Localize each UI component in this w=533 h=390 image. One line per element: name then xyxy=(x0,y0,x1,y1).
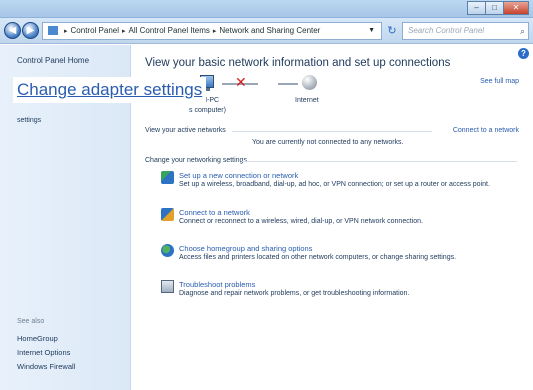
task-title[interactable]: Set up a new connection or network xyxy=(179,171,298,180)
section-divider xyxy=(232,131,432,132)
title-bar: – □ ✕ xyxy=(0,0,533,18)
refresh-icon[interactable]: ↻ xyxy=(384,22,400,40)
breadcrumb-separator-icon[interactable]: ▸ xyxy=(122,28,126,35)
address-bar[interactable]: ▸ Control Panel ▸ All Control Panel Items ▸ N… xyxy=(42,22,382,40)
windows-firewall-link[interactable]: Windows Firewall xyxy=(17,362,75,371)
see-also-heading: See also xyxy=(17,318,45,325)
task-description: Set up a wireless, broadband, dial-up, a… xyxy=(179,181,490,188)
minimize-button[interactable]: – xyxy=(467,1,485,15)
breadcrumb-separator-icon[interactable]: ▸ xyxy=(213,28,217,35)
section-divider xyxy=(242,161,517,162)
advanced-sharing-settings-link[interactable]: settings xyxy=(17,117,41,124)
homegroup-icon xyxy=(161,244,174,257)
internet-options-link[interactable]: Internet Options xyxy=(17,348,70,357)
task-description: Connect or reconnect to a wireless, wire… xyxy=(179,218,423,225)
search-input[interactable]: Search Control Panel ⌕ xyxy=(402,22,529,40)
homegroup-link[interactable]: HomeGroup xyxy=(17,334,58,343)
computer-sub-label: s computer) xyxy=(189,107,226,114)
back-button[interactable]: ◀ xyxy=(4,22,21,39)
no-network-status: You are currently not connected to any n… xyxy=(252,139,404,146)
task-title[interactable]: Choose homegroup and sharing options xyxy=(179,244,312,253)
search-icon[interactable]: ⌕ xyxy=(520,23,525,39)
breadcrumb-network-center[interactable]: Network and Sharing Center xyxy=(219,26,320,35)
task-title[interactable]: Connect to a network xyxy=(179,208,250,217)
control-panel-icon xyxy=(48,26,58,36)
task-description: Access files and printers located on oth… xyxy=(179,254,457,261)
connect-to-network-link[interactable]: Connect to a network xyxy=(453,127,519,134)
search-placeholder: Search Control Panel xyxy=(408,26,485,35)
active-networks-label: View your active networks xyxy=(145,127,226,134)
troubleshoot-icon xyxy=(161,280,174,293)
connection-line xyxy=(278,83,298,85)
internet-label: Internet xyxy=(295,97,319,104)
breadcrumb-separator-icon[interactable]: ▸ xyxy=(64,28,68,35)
internet-globe-icon xyxy=(302,75,317,90)
breadcrumb-all-items[interactable]: All Control Panel Items xyxy=(129,26,210,35)
address-dropdown-icon[interactable]: ▼ xyxy=(368,23,375,39)
close-button[interactable]: ✕ xyxy=(503,1,529,15)
task-title[interactable]: Troubleshoot problems xyxy=(179,280,255,289)
see-full-map-link[interactable]: See full map xyxy=(480,78,519,85)
change-settings-label: Change your networking settings xyxy=(145,157,247,164)
window-controls: – □ ✕ xyxy=(467,1,529,15)
maximize-button[interactable]: □ xyxy=(485,1,503,15)
connect-network-icon xyxy=(161,208,174,221)
breadcrumb-control-panel[interactable]: Control Panel xyxy=(71,26,119,35)
disconnected-x-icon: ✕ xyxy=(235,74,247,90)
control-panel-home-link[interactable]: Control Panel Home xyxy=(17,56,89,65)
new-connection-icon xyxy=(161,171,174,184)
address-toolbar: ◀ ▶ ▸ Control Panel ▸ All Control Panel Ite… xyxy=(0,18,533,44)
task-description: Diagnose and repair network problems, or… xyxy=(179,290,410,297)
page-title: View your basic network information and … xyxy=(145,57,451,69)
help-icon[interactable]: ? xyxy=(518,48,529,59)
change-adapter-settings-link[interactable]: Change adapter settings xyxy=(13,77,207,103)
forward-button[interactable]: ▶ xyxy=(22,22,39,39)
